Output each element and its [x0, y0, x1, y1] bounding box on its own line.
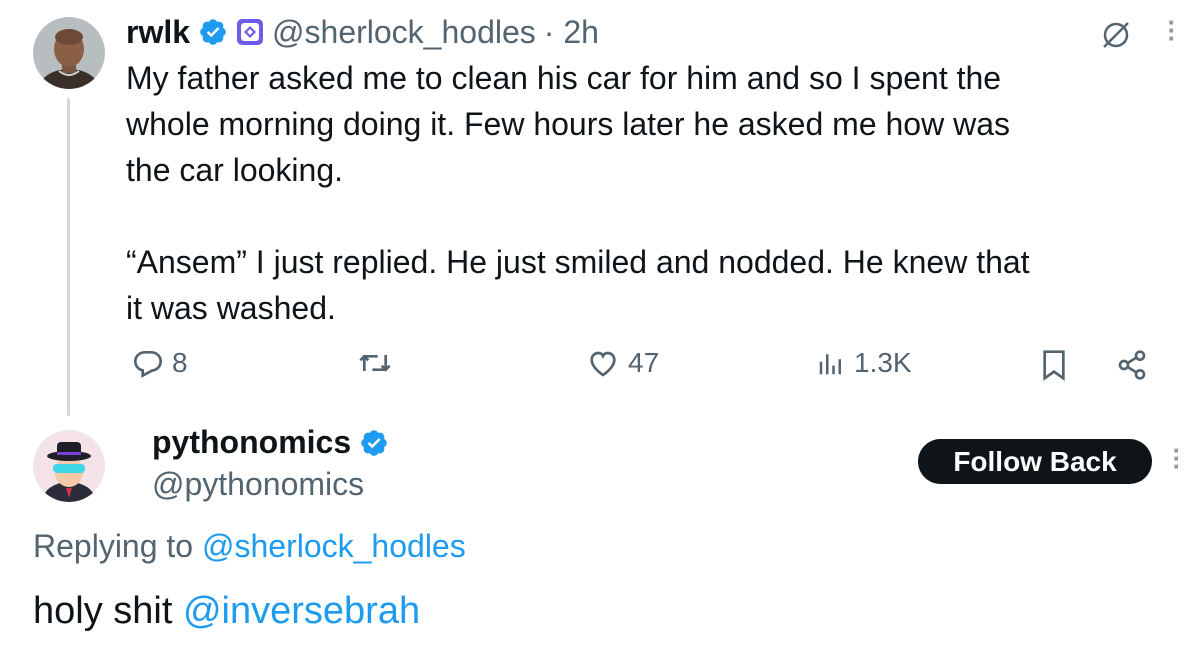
- views-count: 1.3K: [854, 347, 912, 378]
- share-icon: [1118, 350, 1146, 380]
- reply-author-handle[interactable]: @pythonomics: [152, 466, 364, 503]
- tweet-line: My father asked me to clean his car for …: [126, 60, 1002, 96]
- reply-button[interactable]: 8: [132, 347, 188, 379]
- replying-handle-link[interactable]: @sherlock_hodles: [202, 528, 466, 564]
- reply-text: holy shit @inversebrah: [33, 590, 420, 633]
- reply-icon: [133, 351, 163, 378]
- author-name[interactable]: rwlk: [126, 14, 190, 51]
- reply-author: pythonomics: [152, 424, 389, 461]
- affiliate-badge-icon[interactable]: [236, 18, 264, 46]
- retweet-button[interactable]: [357, 347, 393, 379]
- reply-count: 8: [172, 347, 188, 378]
- reply-author-name[interactable]: pythonomics: [152, 424, 351, 461]
- tweet-actions: 8 47 1.3K: [0, 345, 1199, 385]
- author-handle[interactable]: @sherlock_hodles: [272, 14, 536, 51]
- views-icon: [819, 354, 841, 375]
- verified-icon: [359, 428, 389, 458]
- bookmark-button[interactable]: [1040, 349, 1068, 381]
- more-icon[interactable]: · · ·: [1167, 9, 1177, 51]
- replying-prefix: Replying to: [33, 528, 194, 564]
- like-button[interactable]: 47: [586, 347, 659, 379]
- grok-icon[interactable]: [1098, 17, 1134, 58]
- tweet-time[interactable]: · 2h: [544, 14, 599, 51]
- tweet-line: it was washed.: [126, 290, 336, 326]
- bookmark-icon: [1043, 350, 1065, 381]
- retweet-icon: [359, 354, 391, 372]
- tweet-line: the car looking.: [126, 152, 344, 188]
- like-icon: [590, 351, 616, 377]
- tweet-line: whole morning doing it. Few hours later …: [126, 106, 1010, 142]
- tweet-line: “Ansem” I just replied. He just smiled a…: [126, 244, 1030, 280]
- verified-icon: [198, 17, 228, 47]
- pythonomics-avatar[interactable]: [33, 430, 105, 502]
- reply-text-prefix: holy shit: [33, 590, 173, 632]
- views-button[interactable]: 1.3K: [816, 347, 912, 379]
- share-button[interactable]: [1116, 349, 1148, 381]
- replying-to: Replying to @sherlock_hodles: [33, 528, 466, 565]
- reply-mention-link[interactable]: @inversebrah: [183, 590, 420, 632]
- tweet-header: rwlk @sherlock_hodles · 2h: [126, 12, 599, 52]
- rwlk-avatar[interactable]: [33, 17, 105, 89]
- tweet-body: My father asked me to clean his car for …: [126, 55, 1176, 331]
- follow-back-button[interactable]: Follow Back: [918, 439, 1152, 484]
- like-count: 47: [628, 347, 660, 378]
- more-icon[interactable]: · · ·: [1172, 437, 1182, 479]
